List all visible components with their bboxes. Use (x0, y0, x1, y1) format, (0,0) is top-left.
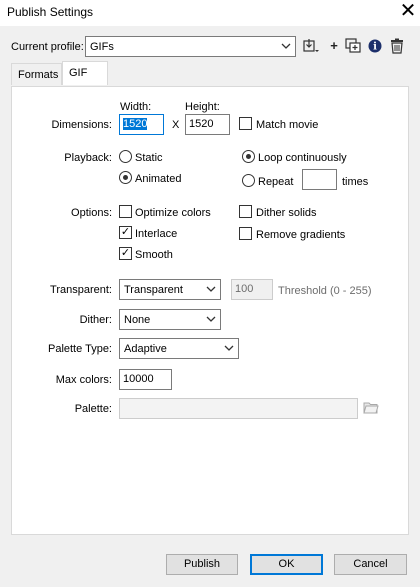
add-profile-icon[interactable]: + (325, 37, 343, 55)
dither-dropdown-value: None (124, 314, 151, 326)
profile-dropdown-value: GIFs (90, 41, 114, 53)
width-input[interactable]: 1520 (119, 114, 164, 135)
tab-gif[interactable]: GIF (62, 61, 108, 85)
height-value: 1520 (189, 118, 214, 130)
threshold-input[interactable]: 100 (231, 279, 273, 300)
tab-formats-label: Formats (18, 69, 59, 81)
interlace-label: Interlace (135, 228, 178, 240)
trash-icon[interactable] (388, 37, 406, 55)
repeat-count-input[interactable] (302, 169, 337, 190)
playback-label: Playback: (64, 152, 112, 164)
optimize-colors-checkbox[interactable] (119, 205, 132, 218)
max-colors-label: Max colors: (55, 374, 112, 386)
dither-solids-checkbox[interactable] (239, 205, 252, 218)
optimize-colors-label: Optimize colors (135, 207, 211, 219)
times-label: times (342, 176, 369, 188)
palette-type-dropdown-value: Adaptive (124, 343, 167, 355)
profile-dropdown[interactable]: GIFs (85, 36, 296, 57)
palette-path-input[interactable] (119, 398, 358, 419)
palette-label: Palette: (74, 403, 112, 415)
animated-radio-dot (123, 175, 128, 180)
repeat-radio[interactable] (242, 174, 255, 187)
current-profile-label: Current profile: (11, 41, 84, 53)
dither-solids-label: Dither solids (256, 207, 317, 219)
max-colors-input[interactable]: 10000 (119, 369, 172, 390)
tab-formats[interactable]: Formats (11, 63, 62, 85)
window-title: Publish Settings (7, 5, 94, 19)
ok-button[interactable]: OK (250, 554, 323, 575)
match-movie-checkbox[interactable] (239, 117, 252, 130)
dimension-separator: X (172, 119, 180, 131)
import-export-icon[interactable] (302, 37, 320, 55)
animated-radio[interactable] (119, 171, 132, 184)
folder-icon[interactable] (363, 399, 379, 415)
width-label: Width: (120, 101, 152, 113)
profile-info-icon[interactable]: i (366, 37, 384, 55)
palette-type-label: Palette Type: (47, 343, 112, 355)
publish-button[interactable]: Publish (166, 554, 238, 575)
loop-continuously-radio[interactable] (242, 150, 255, 163)
max-colors-value: 10000 (123, 373, 154, 385)
static-label: Static (135, 152, 163, 164)
remove-gradients-label: Remove gradients (256, 229, 346, 241)
interlace-checkbox[interactable]: ✓ (119, 226, 132, 239)
animated-label: Animated (135, 173, 182, 185)
width-value: 1520 (123, 118, 148, 130)
transparent-label: Transparent: (50, 284, 112, 296)
loop-radio-dot (246, 154, 251, 159)
dimensions-label: Dimensions: (51, 119, 112, 131)
options-label: Options: (71, 207, 112, 219)
threshold-value: 100 (235, 283, 254, 295)
info-glyph: i (373, 42, 377, 53)
repeat-label: Repeat (258, 176, 294, 188)
dither-dropdown[interactable]: None (119, 309, 221, 330)
cancel-button[interactable]: Cancel (334, 554, 407, 575)
tab-strip: Formats GIF (11, 61, 409, 87)
tab-gif-label: GIF (69, 67, 88, 79)
match-movie-label: Match movie (256, 119, 319, 131)
palette-type-dropdown[interactable]: Adaptive (119, 338, 239, 359)
chevron-down-icon (206, 286, 216, 292)
duplicate-profile-icon[interactable] (344, 37, 362, 55)
smooth-label: Smooth (135, 249, 173, 261)
loop-continuously-label: Loop continuously (258, 152, 347, 164)
transparent-dropdown[interactable]: Transparent (119, 279, 221, 300)
transparent-dropdown-value: Transparent (124, 284, 183, 296)
close-icon[interactable]: ✕ (397, 1, 419, 23)
smooth-checkbox[interactable]: ✓ (119, 247, 132, 260)
dither-label: Dither: (79, 314, 112, 326)
chevron-down-icon (206, 316, 216, 322)
static-radio[interactable] (119, 150, 132, 163)
chevron-down-icon (224, 345, 234, 351)
remove-gradients-checkbox[interactable] (239, 227, 252, 240)
height-input[interactable]: 1520 (185, 114, 230, 135)
chevron-down-icon (281, 43, 291, 49)
height-label: Height: (185, 101, 220, 113)
threshold-label: Threshold (0 - 255) (278, 285, 372, 297)
